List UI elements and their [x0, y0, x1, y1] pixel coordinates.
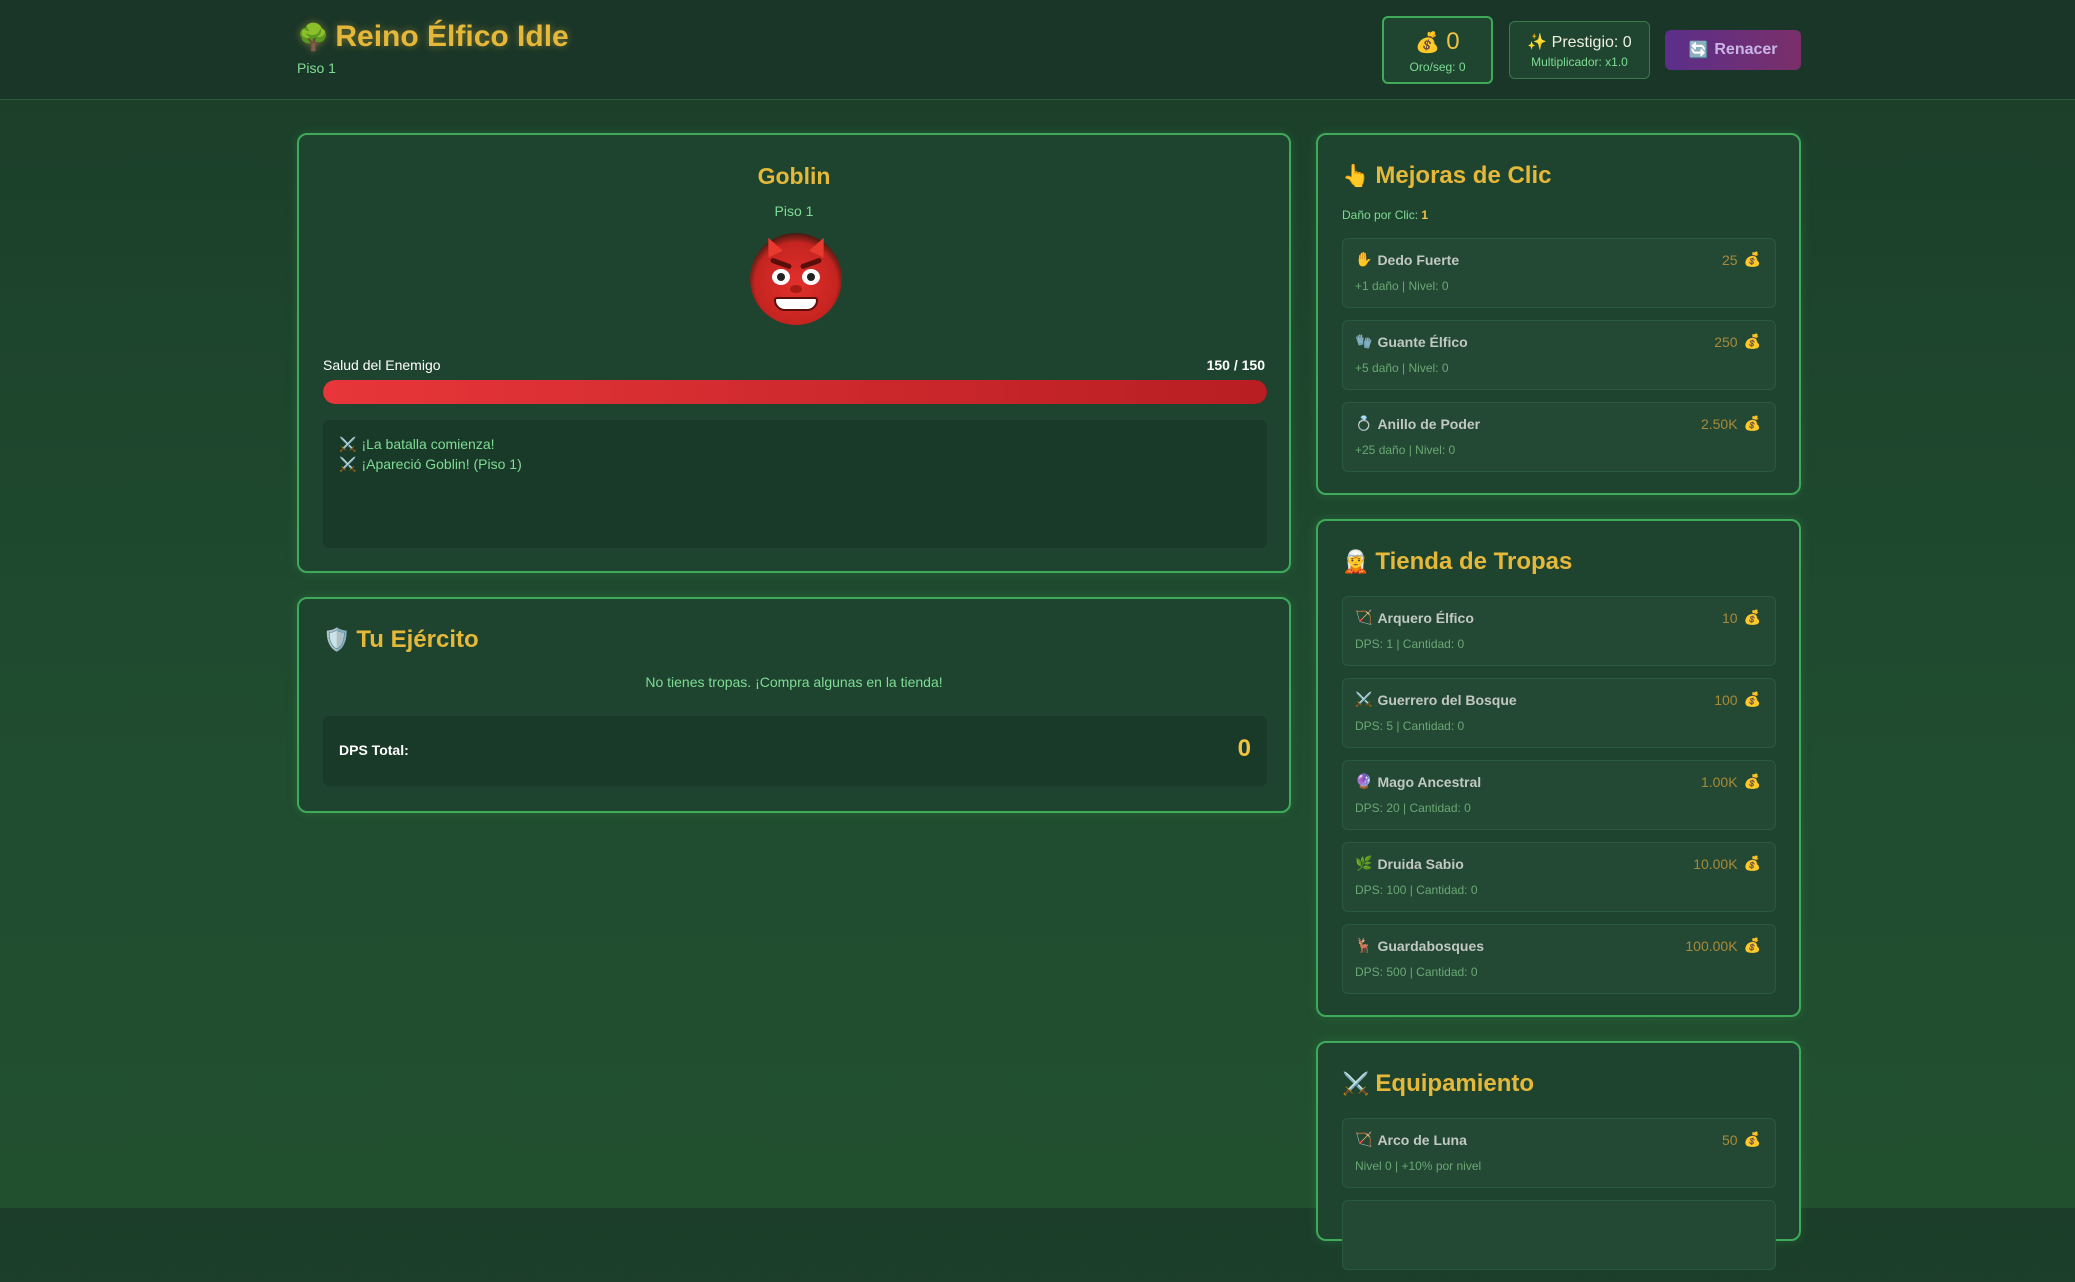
money-bag-icon: 💰 — [1743, 691, 1761, 707]
troop-guerrero-del-bosque[interactable]: ⚔️ Guerrero del Bosque 100 💰 DPS: 5 | Cant… — [1342, 678, 1776, 748]
prestige-value: Prestigio: 0 — [1551, 34, 1632, 51]
log-entry: ⚔️ ¡La batalla comienza! — [339, 436, 495, 452]
hand-icon: ✋ — [1355, 251, 1373, 267]
bow-icon: 🏹 — [1355, 609, 1373, 625]
click-damage-value: 1 — [1421, 208, 1429, 222]
click-damage: Daño por Clic: 1 — [1342, 208, 1429, 222]
money-bag-icon: 💰 — [1743, 1131, 1761, 1147]
enemy-health-value: 150 / 150 — [1206, 357, 1265, 373]
tree-icon: 🌳 — [297, 21, 330, 52]
enemy-name: Goblin — [757, 163, 831, 189]
money-bag-icon: 💰 — [1743, 937, 1761, 953]
glove-icon: 🧤 — [1355, 333, 1373, 349]
goblin-ogre-icon[interactable] — [750, 233, 842, 325]
troop-shop-title: 🧝 Tienda de Tropas — [1342, 548, 1573, 575]
sparkles-icon: ✨ — [1527, 34, 1548, 51]
upgrade-guante-elfico[interactable]: 🧤 Guante Élfico 250 💰 +5 daño | Nivel: 0 — [1342, 320, 1776, 390]
click-upgrade-list: ✋ Dedo Fuerte 25 💰 +1 daño | Nivel: 0 🧤 Gua… — [1342, 238, 1776, 484]
brand: 🌳 Reino Élfico Idle Piso 1 — [297, 20, 569, 76]
troop-arquero-elfico[interactable]: 🏹 Arquero Élfico 10 💰 DPS: 1 | Cantidad: 0 — [1342, 596, 1776, 666]
total-dps-label: DPS Total: — [339, 742, 409, 758]
log-entry: ⚔️ ¡Apareció Goblin! (Piso 1) — [339, 456, 522, 472]
upgrade-anillo-de-poder[interactable]: 💍 Anillo de Poder 2.50K 💰 +25 daño | Nivel… — [1342, 402, 1776, 472]
battle-log: ⚔️ ¡La batalla comienza! ⚔️ ¡Apareció Go… — [323, 420, 1267, 548]
money-bag-icon: 💰 — [1415, 31, 1441, 54]
equipment-panel: ⚔️ Equipamiento 🏹 Arco de Luna 50 💰 Nivel … — [1316, 1041, 1801, 1270]
crystal-ball-icon: 🔮 — [1355, 773, 1373, 789]
equipment-arco-de-luna[interactable]: 🏹 Arco de Luna 50 💰 Nivel 0 | +10% por niv… — [1342, 1118, 1776, 1188]
enemy-health-label: Salud del Enemigo — [323, 357, 441, 373]
equipment-list: 🏹 Arco de Luna 50 💰 Nivel 0 | +10% por niv… — [1342, 1118, 1776, 1282]
money-bag-icon: 💰 — [1743, 415, 1761, 431]
money-bag-icon: 💰 — [1743, 333, 1761, 349]
app-title: 🌳 Reino Élfico Idle — [297, 20, 569, 54]
enemy-health-fill — [323, 380, 1267, 404]
gold-value: 0 — [1446, 28, 1460, 55]
current-floor: Piso 1 — [297, 60, 336, 76]
total-dps-value: 0 — [1237, 735, 1251, 762]
crossed-swords-icon: ⚔️ — [1355, 691, 1373, 707]
troop-shop-panel: 🧝 Tienda de Tropas 🏹 Arquero Élfico 10 💰 D… — [1316, 519, 1801, 1017]
money-bag-icon: 💰 — [1743, 609, 1761, 625]
rebirth-label: Renacer — [1714, 41, 1778, 58]
army-panel: 🛡️ Tu Ejército No tienes tropas. ¡Compra… — [297, 597, 1291, 813]
prestige-counter: ✨ Prestigio: 0 Multiplicador: x1.0 — [1509, 21, 1650, 79]
elf-icon: 🧝 — [1342, 549, 1370, 574]
total-dps-box: DPS Total: 0 — [323, 716, 1267, 786]
click-upgrades-panel: 👆 Mejoras de Clic Daño por Clic: 1 ✋ Dedo… — [1316, 133, 1801, 495]
bow-icon: 🏹 — [1355, 1131, 1373, 1147]
equipment-title: ⚔️ Equipamiento — [1342, 1070, 1535, 1097]
money-bag-icon: 💰 — [1743, 855, 1761, 871]
upgrade-dedo-fuerte[interactable]: ✋ Dedo Fuerte 25 💰 +1 daño | Nivel: 0 — [1342, 238, 1776, 308]
troop-guardabosques[interactable]: 🦌 Guardabosques 100.00K 💰 DPS: 500 | Canti… — [1342, 924, 1776, 994]
money-bag-icon: 💰 — [1743, 773, 1761, 789]
enemy-panel: Goblin Piso 1 Salud del Enemigo 150 / 15… — [297, 133, 1291, 573]
crossed-swords-icon: ⚔️ — [1342, 1071, 1370, 1096]
herb-icon: 🌿 — [1355, 855, 1373, 871]
army-title: 🛡️ Tu Ejército — [323, 626, 479, 653]
crossed-swords-icon: ⚔️ — [339, 436, 357, 452]
shield-icon: 🛡️ — [323, 627, 351, 652]
gold-counter: 💰 0 Oro/seg: 0 — [1382, 16, 1493, 84]
equipment-item-partial[interactable] — [1342, 1200, 1776, 1270]
crossed-swords-icon: ⚔️ — [339, 456, 357, 472]
click-upgrades-title: 👆 Mejoras de Clic — [1342, 162, 1552, 189]
enemy-health-bar — [323, 380, 1267, 404]
troop-mago-ancestral[interactable]: 🔮 Mago Ancestral 1.00K 💰 DPS: 20 | Cantida… — [1342, 760, 1776, 830]
rebirth-button[interactable]: 🔄 Renacer — [1665, 30, 1801, 70]
deer-icon: 🦌 — [1355, 937, 1373, 953]
ring-icon: 💍 — [1355, 415, 1373, 431]
gold-rate: Oro/seg: 0 — [1409, 60, 1466, 74]
army-empty-message: No tienes tropas. ¡Compra algunas en la … — [645, 674, 943, 690]
app-title-text: Reino Élfico Idle — [335, 20, 569, 53]
troop-druida-sabio[interactable]: 🌿 Druida Sabio 10.00K 💰 DPS: 100 | Cantida… — [1342, 842, 1776, 912]
prestige-multiplier: Multiplicador: x1.0 — [1531, 55, 1628, 69]
pointing-hand-icon: 👆 — [1342, 163, 1370, 188]
enemy-floor: Piso 1 — [774, 203, 814, 219]
troop-list: 🏹 Arquero Élfico 10 💰 DPS: 1 | Cantidad: 0… — [1342, 596, 1776, 1006]
cycle-icon: 🔄 — [1688, 42, 1709, 59]
money-bag-icon: 💰 — [1743, 251, 1761, 267]
top-header: 🌳 Reino Élfico Idle Piso 1 💰 0 Oro/seg: … — [0, 0, 2075, 100]
